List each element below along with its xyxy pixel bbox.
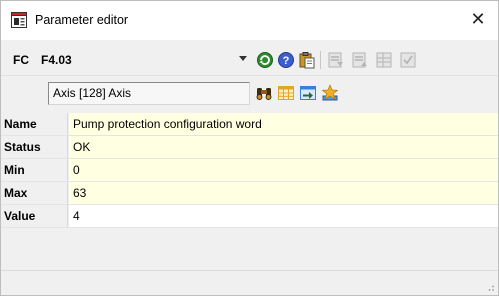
star-icon[interactable] — [321, 84, 339, 102]
property-value-name: Pump protection configuration word — [69, 113, 498, 135]
table-disabled-icon[interactable] — [375, 51, 393, 69]
help-icon[interactable]: ? — [277, 51, 295, 69]
property-value-max: 63 — [69, 182, 498, 204]
grid-icon[interactable] — [277, 84, 295, 102]
property-row-status: Status OK — [1, 136, 498, 159]
close-icon[interactable]: ✕ — [466, 7, 490, 31]
chevron-down-icon[interactable] — [239, 56, 247, 61]
parameter-editor-icon — [11, 12, 27, 28]
property-label: Status — [1, 136, 68, 158]
axis-toolbar: Axis [128] Axis — [1, 77, 498, 112]
status-divider — [1, 270, 498, 271]
property-row-value: Value 4 — [1, 205, 498, 228]
property-row-min: Min 0 — [1, 159, 498, 182]
title-bar: Parameter editor ✕ — [1, 1, 498, 40]
parameter-editor-window: Parameter editor ✕ FC F4.03 ? Axis [128]… — [0, 0, 499, 296]
clipboard-icon[interactable] — [298, 51, 316, 69]
property-label: Value — [1, 205, 68, 227]
toolbar-separator — [320, 51, 321, 69]
parameter-address-combo[interactable]: F4.03 — [41, 53, 72, 67]
refresh-icon[interactable] — [256, 51, 274, 69]
property-label: Min — [1, 159, 68, 181]
binoculars-icon[interactable] — [255, 84, 273, 102]
property-value-min: 0 — [69, 159, 498, 181]
fc-prefix-label: FC — [13, 53, 29, 67]
write-disabled-icon[interactable] — [327, 51, 345, 69]
property-row-name: Name Pump protection configuration word — [1, 113, 498, 136]
svg-text:?: ? — [283, 55, 290, 67]
property-value-status: OK — [69, 136, 498, 158]
property-label: Max — [1, 182, 68, 204]
axis-selector-field[interactable]: Axis [128] Axis — [48, 82, 250, 105]
window-title: Parameter editor — [35, 13, 129, 27]
import-icon[interactable] — [299, 84, 317, 102]
resize-grip-icon[interactable] — [485, 282, 495, 292]
read-disabled-icon[interactable] — [351, 51, 369, 69]
property-label: Name — [1, 113, 68, 135]
value-input[interactable]: 4 — [69, 205, 498, 227]
property-row-max: Max 63 — [1, 182, 498, 205]
address-toolbar: FC F4.03 ? — [1, 41, 498, 76]
check-disabled-icon[interactable] — [399, 51, 417, 69]
